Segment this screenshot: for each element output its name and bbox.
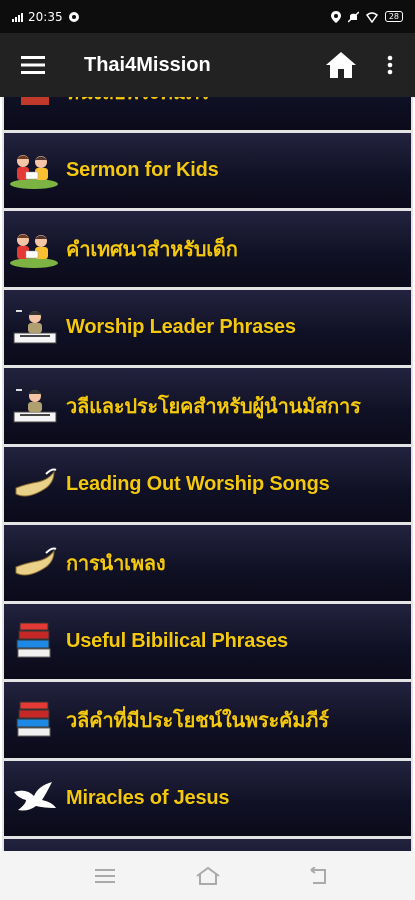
shofar-horn-icon [8,464,62,504]
list-item-label: Worship Leader Phrases [66,315,296,338]
app-title: Thai4Mission [84,53,211,76]
shofar-horn-icon [8,543,62,583]
list-item-label: Useful Bibilical Phrases [66,629,288,652]
status-time: 20:35 [28,9,63,24]
list-item-leading-out-worship-songs[interactable]: Leading Out Worship Songs [2,445,413,524]
back-icon [310,867,326,884]
status-bar: 20:35 28 [0,0,415,33]
kids-reading-icon [8,150,62,190]
list-item-label: คำเทศนาสำหรับเด็ก [66,238,238,261]
mute-icon [347,10,359,23]
hamburger-menu-button[interactable] [0,33,66,97]
list-item-sermon-for-kids[interactable]: Sermon for Kids [2,131,413,210]
list-item-next[interactable] [2,838,413,851]
battery-indicator: 28 [384,11,403,22]
wifi-off-icon [365,11,378,23]
menu-list[interactable]: หนังสือพระคัมภีร์ Sermon for Kids [0,97,415,851]
list-item-bible[interactable]: หนังสือพระคัมภีร์ [2,97,413,132]
list-item-leading-songs-thai[interactable]: การนำเพลง [2,524,413,603]
back-button[interactable] [298,861,338,891]
list-item-label: หนังสือพระคัมภีร์ [66,97,210,108]
list-item-label: วลีและประโยคสำหรับผู้นำนมัสการ [66,395,361,418]
system-nav-bar [0,851,415,900]
kids-reading-icon [8,229,62,269]
dove-icon [8,778,62,818]
bible-icon [8,97,62,112]
list-item-label: การนำเพลง [66,552,166,575]
system-home-button[interactable] [188,861,228,891]
recents-button[interactable] [85,861,125,891]
notification-icon [68,11,79,22]
home-button[interactable] [322,47,360,83]
list-item-worship-leader-phrases[interactable]: Worship Leader Phrases [2,288,413,367]
list-item-worship-leader-phrases-thai[interactable]: วลีและประโยคสำหรับผู้นำนมัสการ [2,367,413,446]
worship-leader-icon [8,307,62,347]
list-item-miracles-of-jesus[interactable]: Miracles of Jesus [2,759,413,838]
book-stack-icon [8,621,62,661]
list-item-label: Miracles of Jesus [66,786,230,809]
more-vert-icon [387,55,393,75]
system-home-icon [196,866,220,885]
book-stack-icon [8,700,62,740]
more-options-button[interactable] [376,47,404,83]
hamburger-menu-icon [21,56,45,74]
location-icon [330,10,341,23]
app-bar: Thai4Mission [0,33,415,97]
signal-icon [12,12,23,22]
home-icon [326,52,356,78]
list-item-sermon-for-kids-thai[interactable]: คำเทศนาสำหรับเด็ก [2,210,413,289]
list-item-label: Leading Out Worship Songs [66,472,330,495]
list-item-label: วลีคำที่มีประโยชน์ในพระคัมภีร์ [66,709,329,732]
list-item-label: Sermon for Kids [66,158,219,181]
worship-leader-icon [8,386,62,426]
recents-icon [95,869,115,883]
list-item-useful-biblical-phrases[interactable]: Useful Bibilical Phrases [2,602,413,681]
list-item-useful-biblical-phrases-thai[interactable]: วลีคำที่มีประโยชน์ในพระคัมภีร์ [2,681,413,760]
